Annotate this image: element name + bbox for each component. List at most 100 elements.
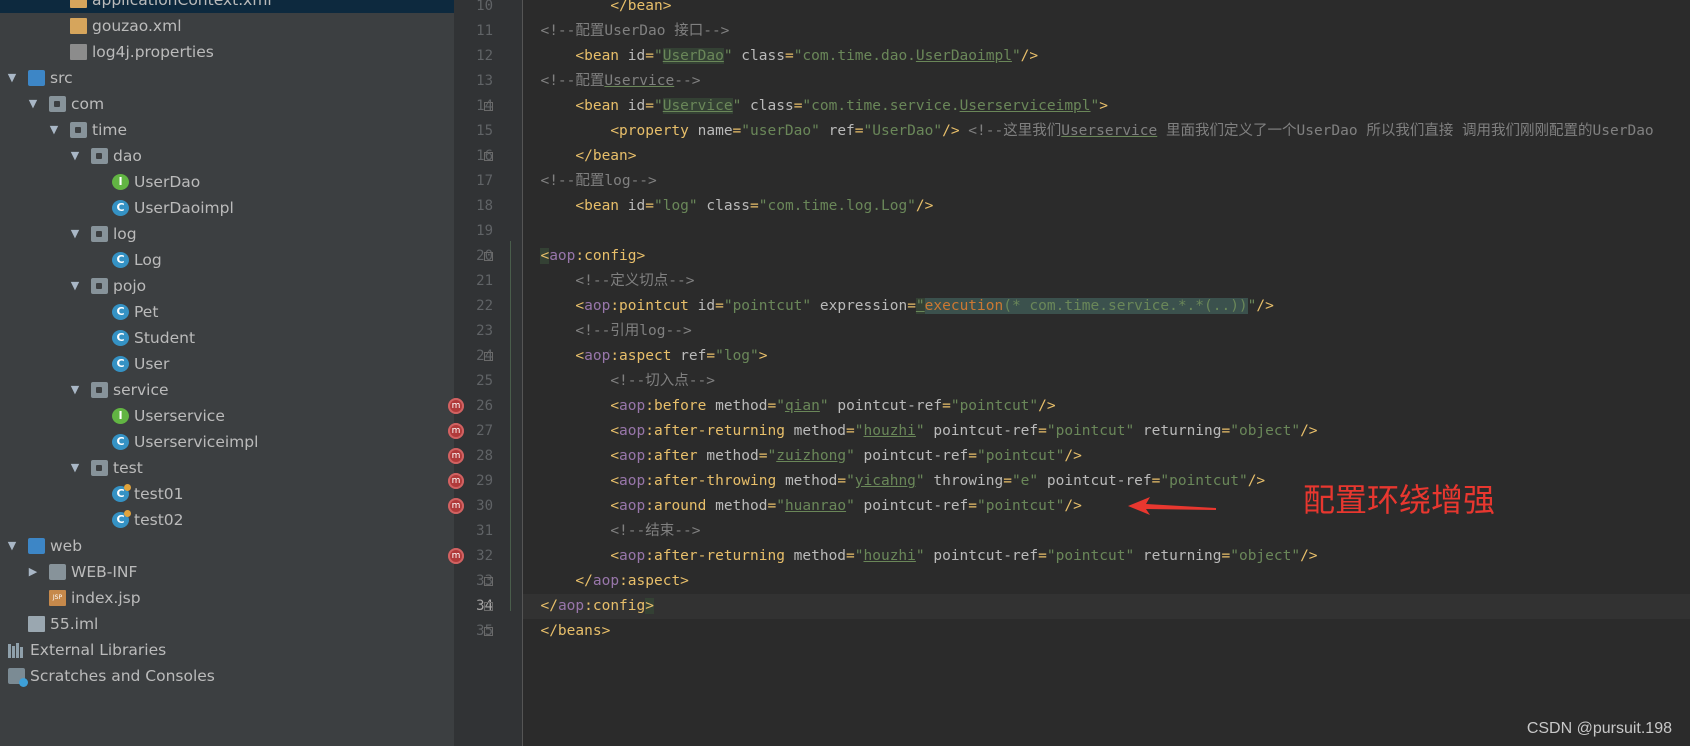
code-token: ": [846, 498, 855, 514]
code-line[interactable]: <bean id="UserDao" class="com.time.dao.U…: [523, 44, 1690, 69]
fold-marker-icon[interactable]: [484, 252, 493, 261]
package-icon: [91, 382, 108, 398]
tree-expanded-arrow-icon[interactable]: ▼: [69, 221, 81, 247]
project-tree-item[interactable]: ▼ com: [0, 91, 454, 117]
project-tree-item[interactable]: I UserDao: [0, 169, 454, 195]
code-token: UserDaoimpl: [915, 48, 1012, 64]
gutter-method-icon[interactable]: m: [448, 448, 464, 464]
project-tree-item[interactable]: ▼ web: [0, 533, 454, 559]
fold-marker-icon[interactable]: [484, 352, 493, 361]
project-tree-item[interactable]: Scratches and Consoles: [0, 663, 454, 689]
code-line[interactable]: <aop:after method = "zuizhong" pointcut-re…: [523, 444, 1690, 469]
project-tree-item[interactable]: log4j.properties: [0, 39, 454, 65]
code-line[interactable]: <!--配置log-->: [523, 169, 1690, 194]
project-tree-item[interactable]: C Pet: [0, 299, 454, 325]
fold-marker-icon[interactable]: [484, 102, 493, 111]
code-token: -->: [674, 73, 701, 89]
code-token: id: [627, 98, 646, 114]
code-token: aop: [549, 248, 576, 264]
code-line[interactable]: </aop:config>: [523, 594, 1690, 619]
code-line[interactable]: <aop:pointcut id="pointcut" expression="…: [523, 294, 1690, 319]
class-icon: C: [112, 434, 129, 450]
gutter-method-icon[interactable]: m: [448, 548, 464, 564]
project-tree-item[interactable]: ▼ time: [0, 117, 454, 143]
project-tree-item[interactable]: C Log: [0, 247, 454, 273]
code-line[interactable]: </bean>: [523, 0, 1690, 19]
tree-expanded-arrow-icon[interactable]: ▼: [69, 455, 81, 481]
fold-marker-icon[interactable]: [484, 602, 493, 611]
project-tree-item[interactable]: Ctest02: [0, 507, 454, 533]
code-line[interactable]: <!--配置UserDao 接口-->: [523, 19, 1690, 44]
project-tree-item[interactable]: ▼ service: [0, 377, 454, 403]
code-token: aop: [592, 573, 620, 589]
code-line[interactable]: <aop:after-returning method="houzhi" poi…: [523, 419, 1690, 444]
code-token: ": [854, 423, 864, 439]
project-tree-item[interactable]: ▼ src: [0, 65, 454, 91]
project-tree-item[interactable]: JSP index.jsp: [0, 585, 454, 611]
project-tree-item[interactable]: ▼ log: [0, 221, 454, 247]
code-line[interactable]: </aop:aspect>: [523, 569, 1690, 594]
code-token: zuizhong: [776, 448, 847, 464]
code-line[interactable]: <!--引用log-->: [523, 319, 1690, 344]
code-line[interactable]: <aop:after-returning method="houzhi" poi…: [523, 544, 1690, 569]
gutter-method-icon[interactable]: m: [448, 398, 464, 414]
tree-expanded-arrow-icon[interactable]: ▼: [69, 377, 81, 403]
code-token: ": [915, 298, 925, 314]
tree-expanded-arrow-icon[interactable]: ▼: [27, 91, 39, 117]
code-line[interactable]: <!--定义切点-->: [523, 269, 1690, 294]
project-tree-item[interactable]: ▼ pojo: [0, 273, 454, 299]
project-tree-item[interactable]: C UserDaoimpl: [0, 195, 454, 221]
code-token: method: [706, 448, 759, 464]
project-tree-item[interactable]: ▼ test: [0, 455, 454, 481]
tree-expanded-arrow-icon[interactable]: ▼: [6, 65, 18, 91]
code-line[interactable]: <aop:before method="qian" pointcut-ref="…: [523, 394, 1690, 419]
fold-marker-icon[interactable]: [484, 152, 493, 161]
code-line[interactable]: <!--切入点-->: [523, 369, 1690, 394]
gutter-method-icon[interactable]: m: [448, 423, 464, 439]
project-tree-item[interactable]: C User: [0, 351, 454, 377]
code-line[interactable]: <aop:around method="huanrao" pointcut-re…: [523, 494, 1690, 519]
code-line[interactable]: <bean id="Uservice" class="com.time.serv…: [523, 94, 1690, 119]
project-tree-item[interactable]: Ctest01: [0, 481, 454, 507]
project-tree-item[interactable]: gouzao.xml: [0, 13, 454, 39]
fold-marker-icon[interactable]: [484, 577, 493, 586]
project-tree-item[interactable]: 55.iml: [0, 611, 454, 637]
tree-expanded-arrow-icon[interactable]: ▼: [69, 273, 81, 299]
code-editor[interactable]: </bean> <!--配置UserDao 接口--> <bean id="Us…: [523, 0, 1690, 746]
project-tree-item[interactable]: applicationContext.xml: [0, 0, 454, 13]
code-token: <: [610, 448, 620, 464]
code-line[interactable]: <aop:config>: [523, 244, 1690, 269]
project-tree-item[interactable]: C Student: [0, 325, 454, 351]
fold-marker-icon[interactable]: [484, 627, 493, 636]
project-tree-item[interactable]: C Userserviceimpl: [0, 429, 454, 455]
project-tree-item[interactable]: ▼ dao: [0, 143, 454, 169]
code-line[interactable]: <aop:after-throwing method="yicahng" thr…: [523, 469, 1690, 494]
code-line[interactable]: <!--结束-->: [523, 519, 1690, 544]
code-margin: [523, 473, 540, 489]
code-token: =: [706, 348, 716, 364]
code-token: <!--结束-->: [610, 523, 701, 539]
code-line[interactable]: <bean id="log" class="com.time.log.Log"/…: [523, 194, 1690, 219]
code-line[interactable]: <property name="userDao" ref="UserDao"/>…: [523, 119, 1690, 144]
code-line[interactable]: </beans>: [523, 619, 1690, 644]
project-tree-item-label: Pet: [134, 303, 159, 321]
project-tree-item[interactable]: ▶ WEB-INF: [0, 559, 454, 585]
project-tree-panel[interactable]: applicationContext.xml gouzao.xml log4j.pr…: [0, 0, 454, 746]
tree-collapsed-arrow-icon[interactable]: ▶: [27, 559, 39, 585]
editor-gutter[interactable]: 10 11 12 13 14 15 16 17 18 19 20 21 22 23 24 25 26 m 27 m 28…: [448, 0, 522, 746]
gutter-method-icon[interactable]: m: [448, 498, 464, 514]
code-margin: [523, 448, 540, 464]
code-line[interactable]: <aop:aspect ref="log">: [523, 344, 1690, 369]
code-token: pointcut-ref: [924, 423, 1039, 439]
tree-expanded-arrow-icon[interactable]: ▼: [48, 117, 60, 143]
code-token: =: [907, 298, 916, 314]
project-tree-item[interactable]: External Libraries: [0, 637, 454, 663]
tree-expanded-arrow-icon[interactable]: ▼: [69, 143, 81, 169]
code-line[interactable]: </bean>: [523, 144, 1690, 169]
code-line[interactable]: <!--配置Uservice-->: [523, 69, 1690, 94]
tree-expanded-arrow-icon[interactable]: ▼: [6, 533, 18, 559]
project-tree-item[interactable]: I Userservice: [0, 403, 454, 429]
project-tree-item-label: User: [134, 355, 170, 373]
gutter-method-icon[interactable]: m: [448, 473, 464, 489]
code-line[interactable]: [523, 219, 1690, 244]
